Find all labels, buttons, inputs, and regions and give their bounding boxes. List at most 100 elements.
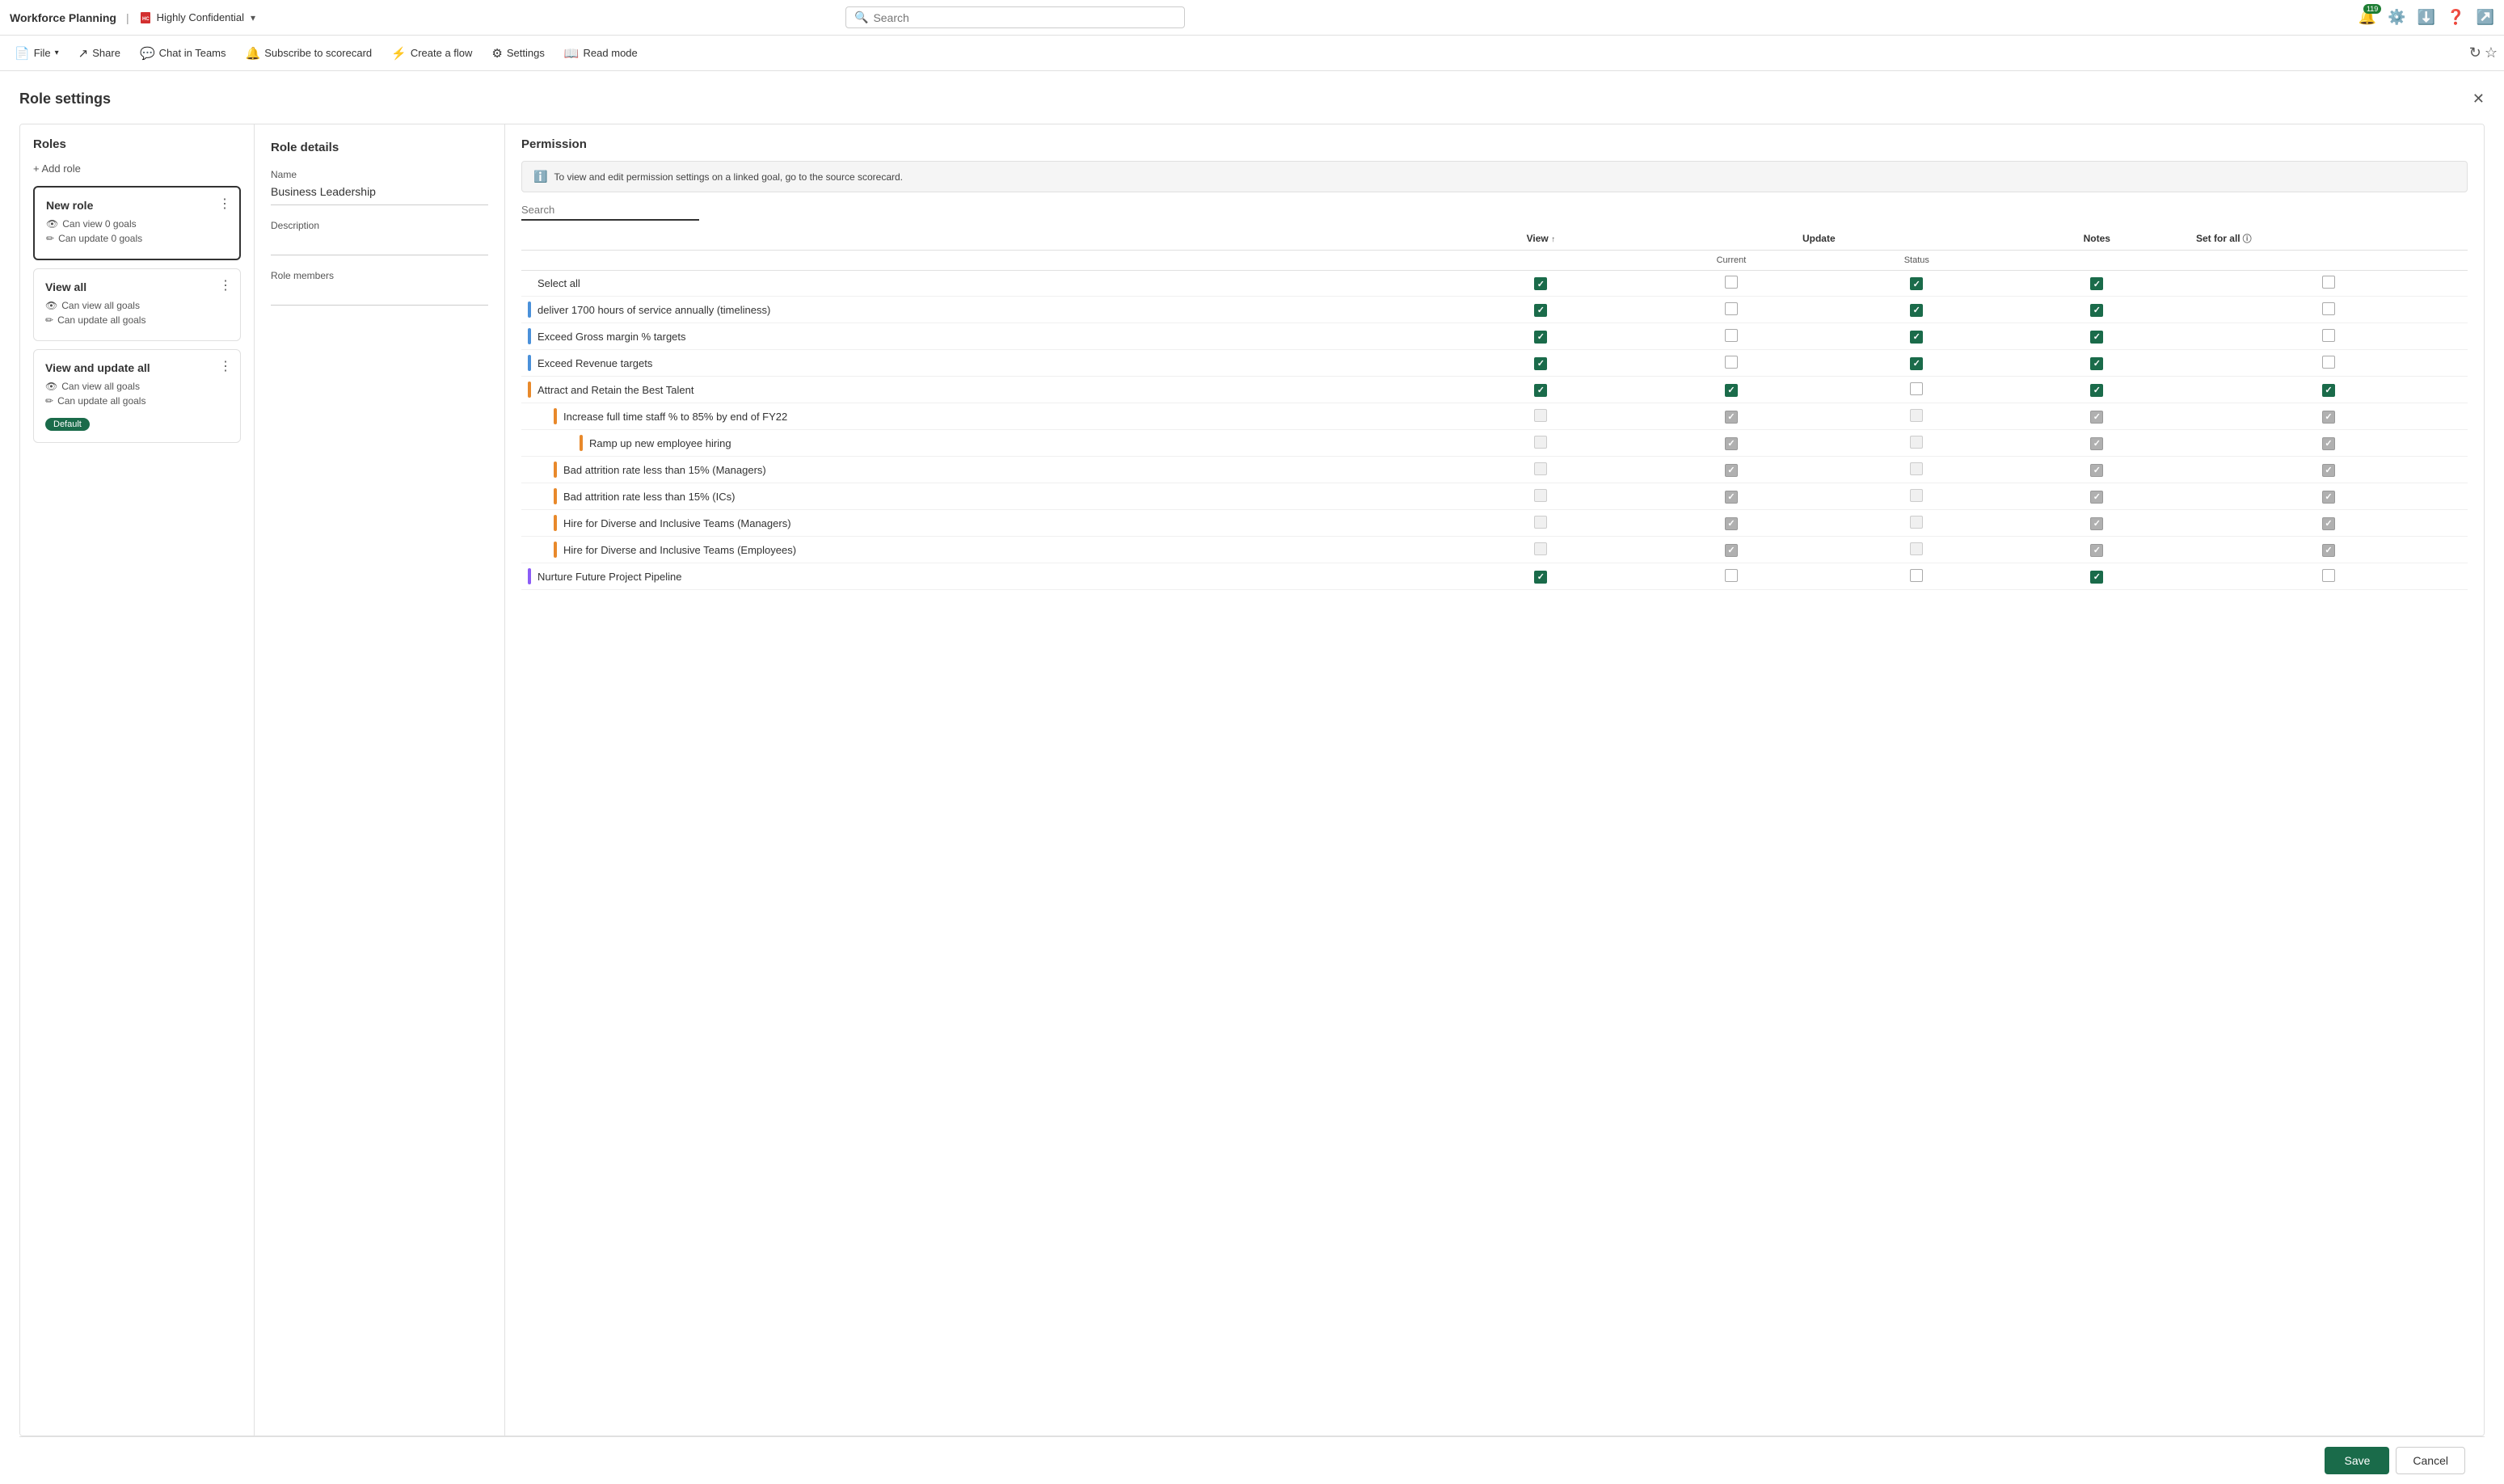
permission-info-text: To view and edit permission settings on … [554, 171, 903, 183]
cb-4-notes[interactable] [2090, 384, 2103, 397]
cb-9-status [1910, 516, 1923, 529]
current-cell-4 [1634, 377, 1829, 403]
read-mode-button[interactable]: 📖 Read mode [556, 42, 646, 65]
search-input[interactable] [873, 11, 1176, 24]
cb-11-view[interactable] [1534, 571, 1547, 584]
permission-search-input[interactable] [521, 204, 699, 216]
goal-bar-6 [580, 435, 583, 451]
name-value[interactable]: Business Leadership [271, 185, 488, 205]
cb-3-status[interactable] [1910, 357, 1923, 370]
status-label: Status [1904, 255, 1929, 265]
role-cards-container: ⋮ New role 👁 Can view 0 goals ✏ Can upda… [33, 186, 241, 443]
close-button[interactable]: ✕ [2472, 91, 2485, 108]
cb-8-status [1910, 489, 1923, 502]
cb-11-status[interactable] [1910, 569, 1923, 582]
cb-2-status[interactable] [1910, 331, 1923, 344]
cb-11-current[interactable] [1725, 569, 1738, 582]
cb-5-notes [2090, 411, 2103, 424]
save-button[interactable]: Save [2325, 1447, 2389, 1474]
cb-4-view[interactable] [1534, 384, 1547, 397]
cb-4-status[interactable] [1910, 382, 1923, 395]
cb-0-notes[interactable] [2090, 277, 2103, 290]
cb-0-current[interactable] [1725, 276, 1738, 289]
desc-value[interactable] [271, 236, 488, 255]
role-details-title: Role details [271, 141, 488, 154]
status-cell-1 [1829, 297, 2004, 323]
cb-1-setall[interactable] [2322, 302, 2335, 315]
refresh-icon[interactable]: ↻ [2469, 44, 2481, 61]
cb-1-view[interactable] [1534, 304, 1547, 317]
cb-3-notes[interactable] [2090, 357, 2103, 370]
cb-3-setall[interactable] [2322, 356, 2335, 369]
cb-9-current [1725, 517, 1738, 530]
goal-label-4: Attract and Retain the Best Talent [537, 384, 693, 396]
flow-button[interactable]: ⚡ Create a flow [383, 42, 480, 65]
cb-5-status [1910, 409, 1923, 422]
role-card-view-text-2: Can view all goals [61, 381, 140, 392]
help-icon[interactable]: ❓ [2447, 9, 2464, 26]
view-meta-icon-2: 👁 [45, 381, 57, 392]
svg-text:HC: HC [142, 17, 150, 22]
table-row: Hire for Diverse and Inclusive Teams (Ma… [521, 510, 2468, 537]
table-row: deliver 1700 hours of service annually (… [521, 297, 2468, 323]
share-button[interactable]: ↗ Share [70, 42, 129, 65]
file-button[interactable]: 📄 File ▾ [6, 42, 67, 65]
role-card-1[interactable]: ⋮ View all 👁 Can view all goals ✏ Can up… [33, 268, 241, 341]
notification-icon[interactable]: 🔔 119 [2359, 9, 2376, 26]
add-role-button[interactable]: + Add role [33, 162, 81, 175]
cb-3-current[interactable] [1725, 356, 1738, 369]
name-label: Name [271, 169, 488, 180]
settings-button[interactable]: ⚙ Settings [483, 42, 552, 65]
roles-panel-title: Roles [33, 137, 241, 151]
cb-2-notes[interactable] [2090, 331, 2103, 344]
subscribe-icon: 🔔 [246, 46, 261, 61]
role-card-more-0[interactable]: ⋮ [218, 196, 231, 212]
cb-1-notes[interactable] [2090, 304, 2103, 317]
goal-cell-3: Exceed Revenue targets [521, 350, 1448, 377]
view-label: View [1527, 233, 1549, 244]
cb-0-view[interactable] [1534, 277, 1547, 290]
role-card-0[interactable]: ⋮ New role 👁 Can view 0 goals ✏ Can upda… [33, 186, 241, 260]
cb-1-status[interactable] [1910, 304, 1923, 317]
goal-label-8: Bad attrition rate less than 15% (ICs) [563, 491, 735, 503]
view-cell-10 [1448, 537, 1634, 563]
cb-11-notes[interactable] [2090, 571, 2103, 584]
goal-cell-2: Exceed Gross margin % targets [521, 323, 1448, 350]
star-icon[interactable]: ☆ [2485, 44, 2498, 61]
cb-0-status[interactable] [1910, 277, 1923, 290]
table-row: Increase full time staff % to 85% by end… [521, 403, 2468, 430]
table-row: Nurture Future Project Pipeline [521, 563, 2468, 590]
cb-4-setall[interactable] [2322, 384, 2335, 397]
view-cell-5 [1448, 403, 1634, 430]
cb-1-current[interactable] [1725, 302, 1738, 315]
cb-8-current [1725, 491, 1738, 504]
dropdown-arrow[interactable]: ▾ [251, 12, 255, 23]
members-value[interactable] [271, 286, 488, 306]
role-card-update-1: ✏ Can update all goals [45, 314, 229, 326]
setall-cell-6 [2190, 430, 2468, 457]
cb-2-current[interactable] [1725, 329, 1738, 342]
cb-4-current[interactable] [1725, 384, 1738, 397]
cb-2-setall[interactable] [2322, 329, 2335, 342]
cancel-button[interactable]: Cancel [2396, 1447, 2465, 1474]
goal-cell-6: Ramp up new employee hiring [521, 430, 1448, 457]
role-card-2[interactable]: ⋮ View and update all 👁 Can view all goa… [33, 349, 241, 443]
subscribe-button[interactable]: 🔔 Subscribe to scorecard [238, 42, 381, 65]
current-cell-7 [1634, 457, 1829, 483]
read-label: Read mode [584, 47, 638, 59]
cb-2-view[interactable] [1534, 331, 1547, 344]
goal-cell-11: Nurture Future Project Pipeline [521, 563, 1448, 590]
view-cell-6 [1448, 430, 1634, 457]
notes-cell-6 [2004, 430, 2190, 457]
role-card-update-2: ✏ Can update all goals [45, 395, 229, 407]
current-cell-11 [1634, 563, 1829, 590]
chat-teams-button[interactable]: 💬 Chat in Teams [132, 42, 234, 65]
cb-3-view[interactable] [1534, 357, 1547, 370]
role-card-more-1[interactable]: ⋮ [219, 277, 232, 293]
cb-0-setall[interactable] [2322, 276, 2335, 289]
download-icon[interactable]: ⬇️ [2418, 9, 2435, 26]
role-card-more-2[interactable]: ⋮ [219, 358, 232, 374]
settings-icon[interactable]: ⚙️ [2388, 9, 2405, 26]
cb-11-setall[interactable] [2322, 569, 2335, 582]
share-icon[interactable]: ↗️ [2477, 9, 2494, 26]
